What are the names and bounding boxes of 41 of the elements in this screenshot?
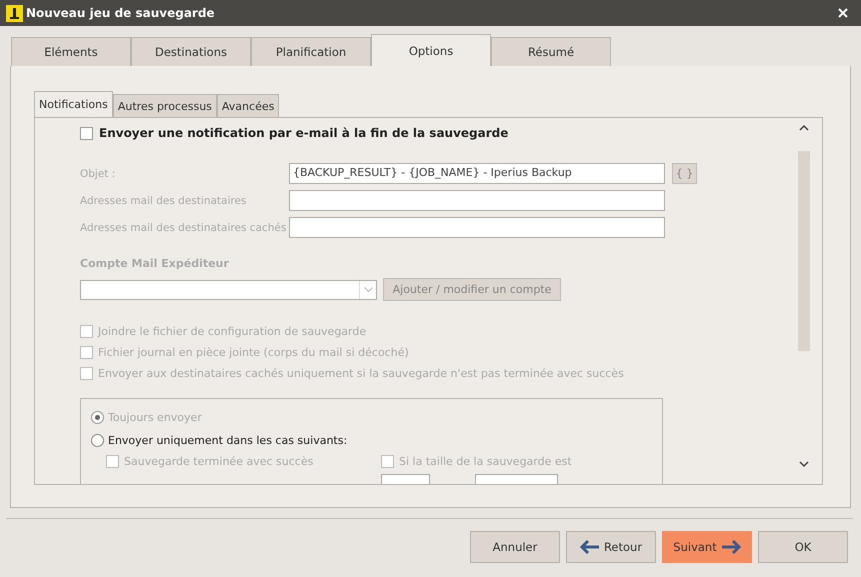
arrow-right-icon xyxy=(720,540,741,554)
dialog-button[interactable]: Retour xyxy=(566,531,656,563)
dialog-button[interactable]: Suivant xyxy=(662,531,752,563)
checkbox-label: Fichier journal en pièce jointe (corps du mail si décoché) xyxy=(98,346,409,358)
dropdown[interactable] xyxy=(80,280,377,300)
radio-label: Envoyer uniquement dans les cas suivants: xyxy=(108,434,348,446)
radio-button[interactable] xyxy=(91,434,104,446)
checkbox[interactable] xyxy=(80,126,93,140)
scroll-down-icon[interactable] xyxy=(799,461,809,468)
checkbox-label: Joindre le fichier de configuration de sauvegarde xyxy=(98,324,366,338)
tab[interactable]: Notifications xyxy=(34,91,113,117)
section-heading: Compte Mail Expéditeur xyxy=(80,257,230,272)
dropdown[interactable] xyxy=(475,474,558,484)
tab[interactable]: Autres processus xyxy=(112,94,217,117)
dialog-button[interactable]: OK xyxy=(758,531,848,563)
arrow-left-icon xyxy=(580,540,600,554)
caret-icon xyxy=(364,287,372,292)
scrollbar-thumb[interactable] xyxy=(798,151,810,351)
tab[interactable]: Avancées xyxy=(216,94,280,117)
tab[interactable]: Résumé xyxy=(491,37,611,66)
tab[interactable]: Destinations xyxy=(131,37,251,66)
checkbox-label: Si la taille de la sauvegarde est xyxy=(399,455,572,468)
checkbox-label: Envoyer aux destinataires cachés uniquement si la sauvegarde n'est pas terminée avec succès xyxy=(98,366,624,380)
dialog-button[interactable]: Annuler xyxy=(470,531,560,563)
checkbox-label: Envoyer une notification par e-mail à la fin de la sauvegarde xyxy=(99,126,508,140)
tab[interactable]: Eléments xyxy=(11,37,131,66)
radio-label: Toujours envoyer xyxy=(108,410,202,424)
field-label: Objet : xyxy=(80,168,116,180)
input-field[interactable] xyxy=(289,190,665,211)
scroll-up-icon[interactable] xyxy=(799,124,809,131)
field-label: Adresses mail des destinataires cachés xyxy=(80,222,288,234)
app-logo-icon xyxy=(6,4,23,22)
tab[interactable]: Planification xyxy=(251,37,371,66)
checkbox-label: Sauvegarde terminée avec succès xyxy=(124,455,314,468)
window-title: Nouveau jeu de sauvegarde xyxy=(26,6,216,20)
field-label: Adresses mail des destinataires xyxy=(80,194,248,206)
input-field[interactable] xyxy=(289,217,665,238)
tab[interactable]: Options xyxy=(371,34,491,66)
input-field[interactable]: {BACKUP_RESULT} - {JOB_NAME} - Iperius Backup xyxy=(289,163,665,184)
close-icon[interactable] xyxy=(837,7,849,19)
input-field[interactable] xyxy=(381,474,430,484)
